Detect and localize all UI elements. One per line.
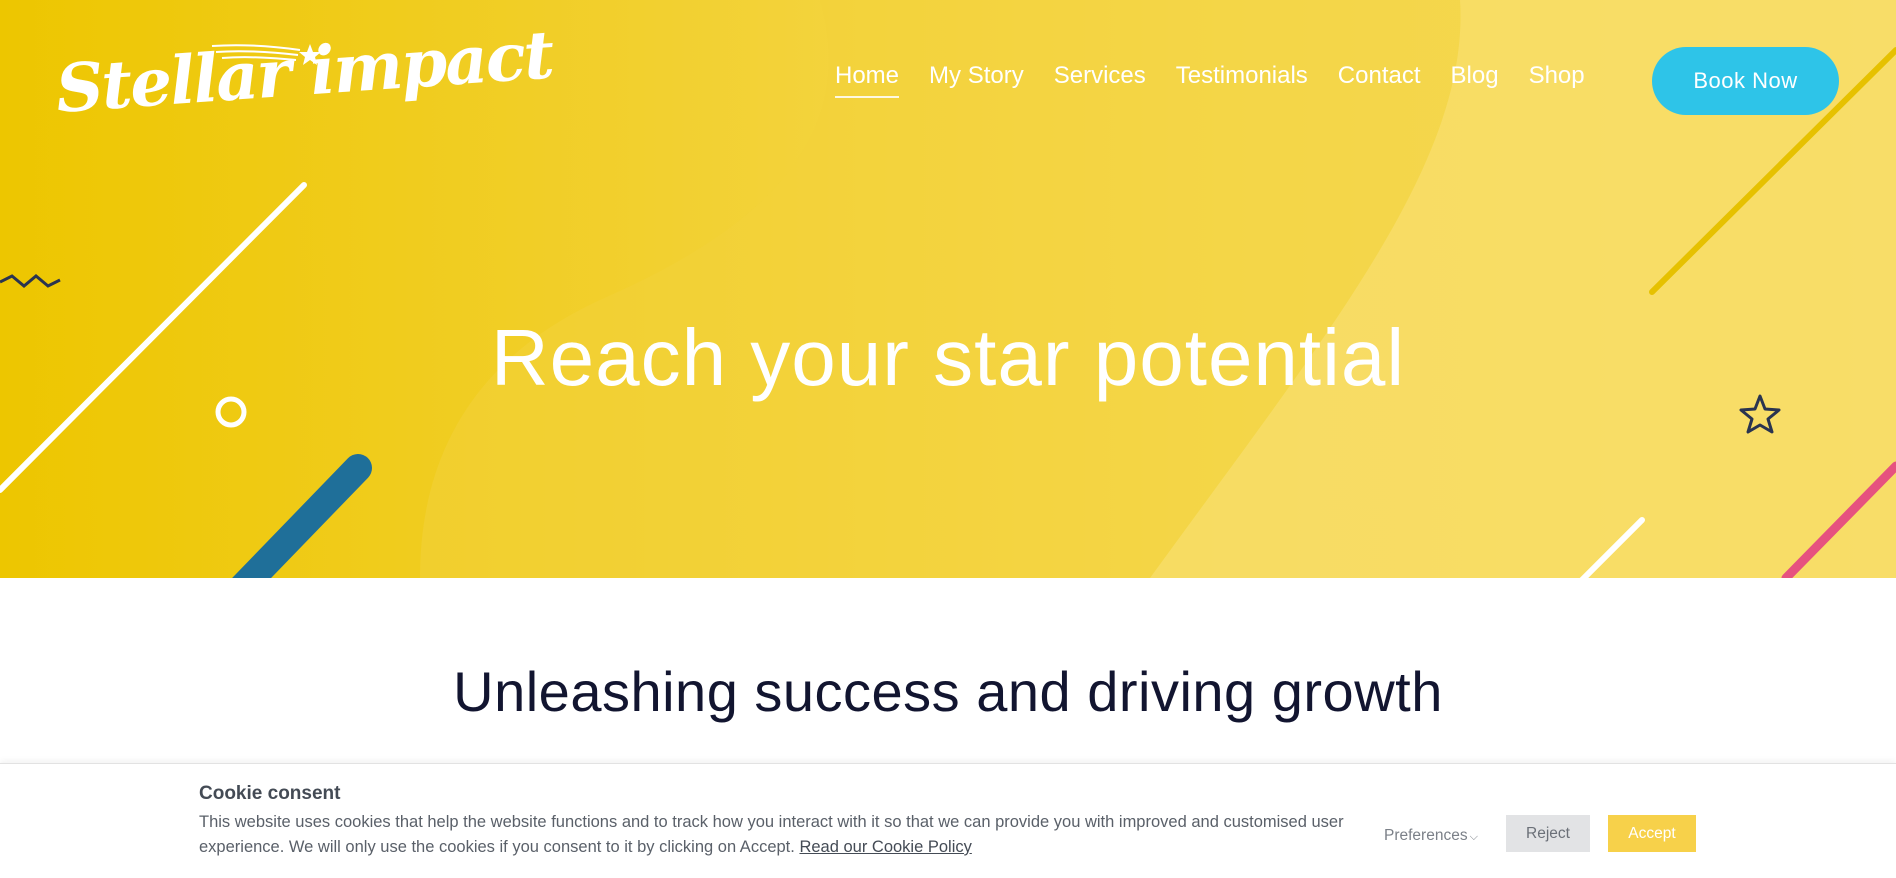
nav-item-my-story[interactable]: My Story	[929, 62, 1024, 90]
nav-item-services[interactable]: Services	[1054, 62, 1146, 90]
nav-item-home[interactable]: Home	[835, 62, 900, 98]
teal-diagonal-bar	[232, 454, 372, 578]
site-logo[interactable]: Stellar impact	[52, 15, 555, 130]
white-short-line	[1579, 517, 1645, 578]
zigzag-icon	[0, 274, 61, 288]
cookie-policy-link[interactable]: Read our Cookie Policy	[799, 838, 971, 856]
hero-banner: Stellar impact Home My Story Services Te…	[0, 0, 1896, 578]
ring-icon	[215, 396, 247, 428]
nav-item-blog[interactable]: Blog	[1451, 62, 1499, 90]
preferences-button[interactable]: Preferences ⌵	[1384, 827, 1478, 845]
section-title: Unleashing success and driving growth	[453, 660, 1443, 723]
main-nav: Home My Story Services Testimonials Cont…	[835, 62, 1615, 98]
star-outline-icon	[1739, 394, 1781, 434]
hero-title: Reach your star potential	[490, 313, 1406, 402]
preferences-label: Preferences	[1384, 827, 1468, 844]
cookie-description: This website uses cookies that help the …	[199, 810, 1369, 860]
book-now-button[interactable]: Book Now	[1652, 47, 1839, 115]
cookie-consent-bar: Cookie consent This website uses cookies…	[0, 763, 1896, 878]
pink-diagonal-line	[1781, 461, 1896, 578]
reject-button[interactable]: Reject	[1506, 815, 1590, 852]
cookie-title: Cookie consent	[199, 783, 341, 804]
nav-item-testimonials[interactable]: Testimonials	[1176, 62, 1308, 90]
nav-item-contact[interactable]: Contact	[1338, 62, 1421, 90]
cookie-text: This website uses cookies that help the …	[199, 813, 1344, 856]
nav-item-shop[interactable]: Shop	[1529, 62, 1585, 90]
chevron-down-icon: ⌵	[1469, 831, 1478, 843]
accept-button[interactable]: Accept	[1608, 815, 1696, 852]
